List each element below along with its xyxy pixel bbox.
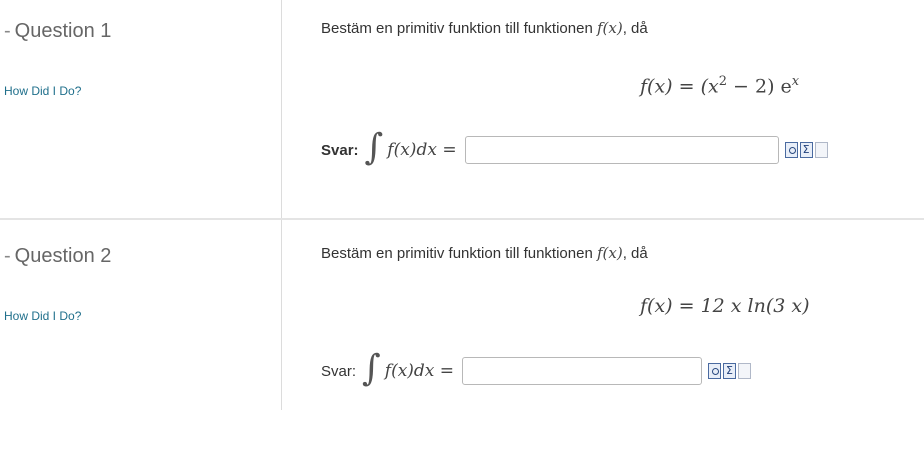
answer-input[interactable] <box>462 357 703 385</box>
answer-label: Svar: <box>321 141 359 159</box>
help-doc-icon[interactable] <box>814 142 828 158</box>
question-2-formula: f(x) = 12 x ln(3 x) <box>640 295 810 317</box>
collapse-dash-icon[interactable]: - <box>4 245 11 267</box>
collapse-dash-icon[interactable]: - <box>4 20 11 42</box>
question-1-answer-row: Svar: ∫ f(x)dx = <box>321 127 828 168</box>
question-2-prompt: Bestäm en primitiv funktion till funktio… <box>321 244 648 262</box>
question-2-answer-row: Svar: ∫ f(x)dx = <box>321 348 752 389</box>
answer-tools <box>708 363 752 379</box>
how-did-i-do-link[interactable]: How Did I Do? <box>4 84 81 98</box>
column-divider <box>281 220 282 410</box>
integral-symbol: ∫ <box>362 348 381 389</box>
integral-expression: f(x)dx = <box>384 361 455 381</box>
answer-label: Svar: <box>321 362 357 380</box>
column-divider <box>281 0 282 218</box>
question-1-prompt: Bestäm en primitiv funktion till funktio… <box>321 19 648 37</box>
answer-input[interactable] <box>464 136 779 164</box>
integral-expression: f(x)dx = <box>387 140 457 160</box>
question-1-formula: f(x) = (x2 − 2) ex <box>640 74 800 98</box>
question-separator <box>0 218 924 220</box>
help-doc-icon[interactable] <box>738 363 752 379</box>
how-did-i-do-link[interactable]: How Did I Do? <box>4 309 81 323</box>
equation-editor-icon[interactable] <box>723 363 737 379</box>
question-1-title[interactable]: - Question 1 <box>4 20 111 43</box>
preview-icon[interactable] <box>708 363 722 379</box>
answer-tools <box>784 142 828 158</box>
equation-editor-icon[interactable] <box>799 142 813 158</box>
question-2-title[interactable]: - Question 2 <box>4 245 111 268</box>
preview-icon[interactable] <box>784 142 798 158</box>
integral-symbol: ∫ <box>364 127 384 168</box>
